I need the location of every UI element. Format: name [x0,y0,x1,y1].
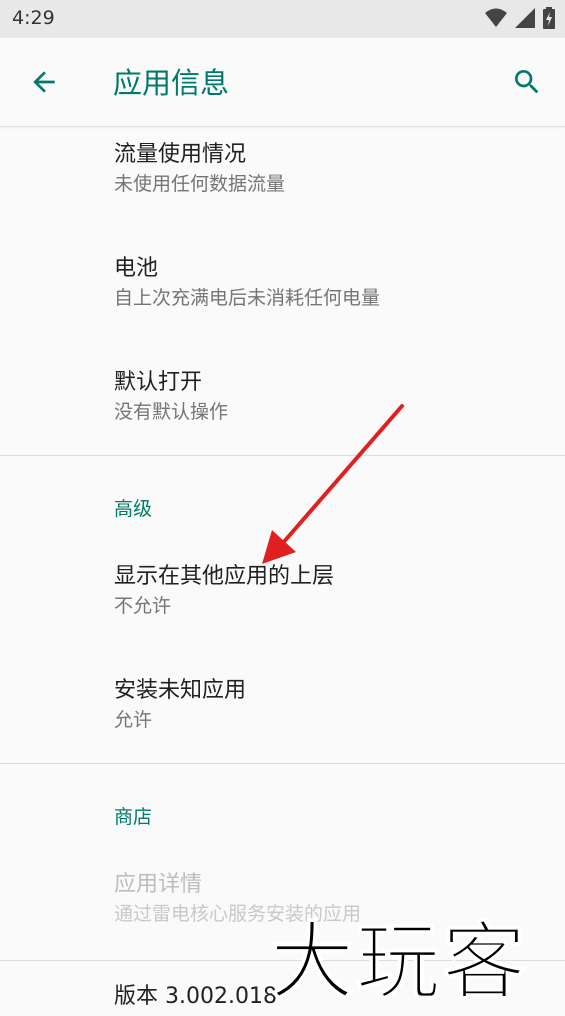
annotation-arrow [262,404,404,564]
watermark: 大玩客 [269,912,529,1012]
